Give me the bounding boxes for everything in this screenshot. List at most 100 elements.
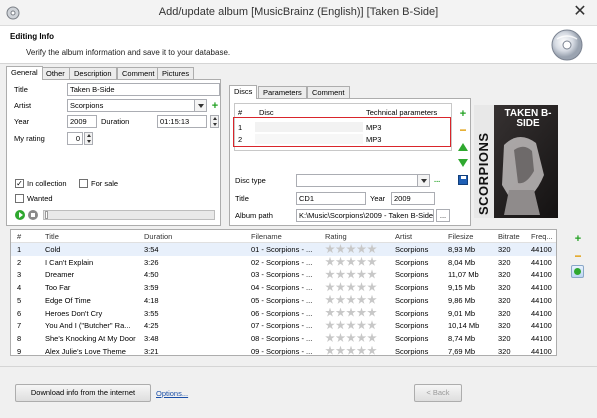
star-icon[interactable] bbox=[335, 294, 346, 304]
star-icon[interactable] bbox=[346, 345, 356, 355]
table-row[interactable]: 4 Too Far 3:59 04 - Scorpions - ... Scorpion… bbox=[11, 281, 556, 294]
star-icon[interactable] bbox=[325, 345, 335, 355]
star-icon[interactable] bbox=[346, 307, 356, 317]
star-icon[interactable] bbox=[335, 307, 346, 317]
track-col-freq[interactable]: Freq... bbox=[531, 232, 553, 241]
remove-disc-icon[interactable]: − bbox=[458, 124, 468, 136]
star-icon[interactable] bbox=[367, 307, 377, 317]
refresh-tracks-button[interactable] bbox=[571, 265, 584, 278]
star-icon[interactable] bbox=[356, 345, 367, 355]
disc-type-select[interactable] bbox=[296, 174, 430, 187]
star-icon[interactable] bbox=[325, 256, 335, 266]
add-artist-icon[interactable]: + bbox=[210, 101, 220, 112]
star-icon[interactable] bbox=[367, 345, 377, 355]
table-row[interactable]: 9 Alex Julie's Love Theme 3:21 09 - Scorpio… bbox=[11, 345, 556, 355]
star-icon[interactable] bbox=[346, 282, 356, 292]
rating-stars[interactable] bbox=[325, 320, 378, 330]
add-disc-icon[interactable]: + bbox=[458, 109, 468, 120]
table-row[interactable]: 7 You And I ("Butcher" Ra... 4:25 07 - Scor… bbox=[11, 319, 556, 332]
star-icon[interactable] bbox=[367, 269, 377, 279]
track-col-filesize[interactable]: Filesize bbox=[448, 232, 473, 241]
star-icon[interactable] bbox=[325, 282, 335, 292]
play-button[interactable] bbox=[15, 210, 25, 220]
for-sale-checkbox[interactable] bbox=[79, 179, 88, 188]
options-link[interactable]: Options... bbox=[156, 389, 188, 398]
track-col-rating[interactable]: Rating bbox=[325, 232, 347, 241]
tab-general[interactable]: General bbox=[6, 66, 43, 80]
chevron-down-icon[interactable] bbox=[417, 175, 429, 186]
duration-field[interactable]: 01:15:13 bbox=[157, 115, 207, 128]
rating-stars[interactable] bbox=[325, 282, 378, 292]
star-icon[interactable] bbox=[335, 332, 346, 342]
rating-stars[interactable] bbox=[325, 256, 378, 267]
track-col-num[interactable]: # bbox=[17, 232, 21, 241]
table-row[interactable]: 5 Edge Of Time 4:18 05 - Scorpions - ... Sco… bbox=[11, 294, 556, 307]
rating-stepper[interactable] bbox=[84, 132, 93, 145]
close-button[interactable]: ✕ bbox=[569, 2, 591, 22]
title-field[interactable]: Taken B-Side bbox=[67, 83, 220, 96]
remove-track-icon[interactable]: − bbox=[573, 250, 583, 262]
disc-row-2-num[interactable]: 2 bbox=[238, 135, 242, 144]
star-icon[interactable] bbox=[356, 320, 367, 330]
move-down-icon[interactable] bbox=[458, 159, 468, 167]
track-col-artist[interactable]: Artist bbox=[395, 232, 412, 241]
add-track-icon[interactable]: + bbox=[573, 234, 583, 245]
star-icon[interactable] bbox=[367, 244, 377, 254]
save-disk-icon[interactable] bbox=[458, 175, 468, 185]
star-icon[interactable] bbox=[346, 320, 356, 330]
disc-row-2-disc[interactable] bbox=[255, 134, 363, 144]
year-field[interactable]: 2009 bbox=[67, 115, 97, 128]
star-icon[interactable] bbox=[367, 256, 377, 266]
disc-row-1-tech[interactable]: MP3 bbox=[366, 123, 381, 132]
star-icon[interactable] bbox=[356, 294, 367, 304]
star-icon[interactable] bbox=[346, 332, 356, 342]
in-collection-checkbox[interactable]: ✓ bbox=[15, 179, 24, 188]
star-icon[interactable] bbox=[356, 244, 367, 254]
stop-button[interactable] bbox=[28, 210, 38, 220]
rating-stars[interactable] bbox=[325, 269, 378, 279]
star-icon[interactable] bbox=[356, 269, 367, 279]
rating-stars[interactable] bbox=[325, 294, 378, 305]
disc-row-1-disc[interactable] bbox=[255, 122, 363, 132]
table-row[interactable]: 8 She's Knocking At My Door 3:48 08 - Scorp… bbox=[11, 332, 556, 345]
star-icon[interactable] bbox=[335, 320, 346, 330]
download-info-button[interactable]: Download info from the internet bbox=[15, 384, 151, 402]
rating-stars[interactable] bbox=[325, 345, 378, 355]
rating-stars[interactable] bbox=[325, 332, 378, 343]
rating-field[interactable]: 0 bbox=[67, 132, 83, 145]
track-col-title[interactable]: Title bbox=[45, 232, 59, 241]
star-icon[interactable] bbox=[367, 332, 377, 342]
table-row[interactable]: 3 Dreamer 4:50 03 - Scorpions - ... Scorpion… bbox=[11, 268, 556, 281]
disc-year-field[interactable]: 2009 bbox=[391, 192, 435, 205]
star-icon[interactable] bbox=[335, 256, 346, 266]
star-icon[interactable] bbox=[346, 244, 356, 254]
track-col-duration[interactable]: Duration bbox=[144, 232, 172, 241]
disc-title-field[interactable]: CD1 bbox=[296, 192, 366, 205]
duration-stepper[interactable] bbox=[210, 115, 219, 128]
disc-row-2-tech[interactable]: MP3 bbox=[366, 135, 381, 144]
star-icon[interactable] bbox=[356, 256, 367, 266]
star-icon[interactable] bbox=[335, 244, 346, 254]
star-icon[interactable] bbox=[325, 332, 335, 342]
star-icon[interactable] bbox=[325, 307, 335, 317]
artist-select[interactable]: Scorpions bbox=[67, 99, 207, 112]
browse-path-button[interactable]: ... bbox=[436, 209, 450, 222]
star-icon[interactable] bbox=[346, 269, 356, 279]
tab-discs[interactable]: Discs bbox=[229, 85, 258, 99]
star-icon[interactable] bbox=[367, 320, 377, 330]
star-icon[interactable] bbox=[367, 294, 377, 304]
star-icon[interactable] bbox=[335, 269, 346, 279]
move-up-icon[interactable] bbox=[458, 143, 468, 151]
rating-stars[interactable] bbox=[325, 307, 378, 318]
table-row[interactable]: 6 Heroes Don't Cry 3:55 06 - Scorpions - ..… bbox=[11, 307, 556, 320]
disc-row-1-num[interactable]: 1 bbox=[238, 123, 242, 132]
playback-progress-bar[interactable] bbox=[43, 210, 215, 220]
star-icon[interactable] bbox=[356, 332, 367, 342]
disc-type-more-button[interactable]: ... bbox=[434, 175, 440, 184]
star-icon[interactable] bbox=[356, 282, 367, 292]
star-icon[interactable] bbox=[325, 269, 335, 279]
chevron-down-icon[interactable] bbox=[194, 100, 206, 111]
table-row[interactable]: 2 I Can't Explain 3:26 02 - Scorpions - ...… bbox=[11, 256, 556, 269]
star-icon[interactable] bbox=[367, 282, 377, 292]
album-path-field[interactable]: K:\Music\Scorpions\2009 - Taken B-Side\ bbox=[296, 209, 434, 222]
